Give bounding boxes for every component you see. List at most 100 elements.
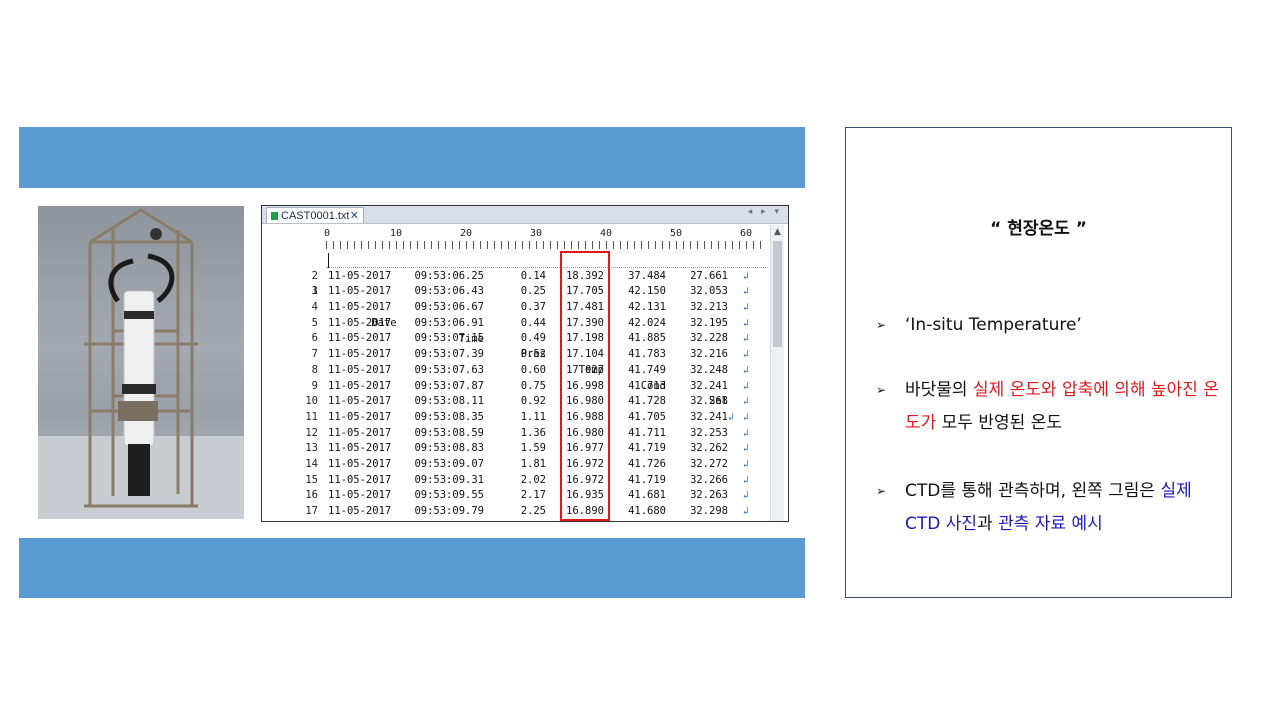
cell-pres: 0.44 <box>520 316 546 329</box>
cell-date: 11-05-2017 <box>328 379 392 392</box>
table-row: 4 11-05-2017 09:53:06.67 0.37 17.481 42.131 32… <box>262 300 770 316</box>
cell-sal: 32.241 <box>690 379 728 392</box>
cell-pres: 1.11 <box>520 410 546 423</box>
table-row: 13 11-05-2017 09:53:08.83 1.59 16.977 41.719 3… <box>262 441 770 457</box>
file-icon <box>271 212 278 220</box>
cell-cond: 41.885 <box>628 332 666 345</box>
bullet-arrow-icon: ➢ <box>876 383 887 397</box>
cell-cond: 41.680 <box>628 505 666 517</box>
cell-time: 09:53:08.11 <box>414 395 484 408</box>
cell-pres: 2.17 <box>520 489 546 502</box>
cell-pres: 0.49 <box>520 332 546 345</box>
cell-date: 11-05-2017 <box>328 426 392 439</box>
cell-time: 09:53:06.91 <box>414 316 484 329</box>
line-number: 14 <box>305 457 318 470</box>
line-number: 7 <box>311 348 318 361</box>
file-tab[interactable]: CAST0001.txt ✕ <box>266 207 364 223</box>
line-end-icon: ↲ <box>743 474 750 486</box>
cell-pres: 0.14 <box>520 269 546 282</box>
cell-pres: 0.92 <box>520 395 546 408</box>
cell-date: 11-05-2017 <box>328 395 392 408</box>
cell-sal: 32.263 <box>690 489 728 502</box>
cell-date: 11-05-2017 <box>328 363 392 376</box>
cell-sal: 32.053 <box>690 285 728 298</box>
cell-pres: 2.25 <box>520 505 546 517</box>
cell-pres: 0.60 <box>520 363 546 376</box>
ruler-label: 0 <box>324 228 331 239</box>
current-line-highlight <box>326 253 768 268</box>
cell-cond: 42.131 <box>628 301 666 314</box>
cell-sal: 32.272 <box>690 457 728 470</box>
cell-time: 09:53:09.79 <box>414 505 484 517</box>
table-row: 16 11-05-2017 09:53:09.55 2.17 16.935 41.681 3… <box>262 488 770 504</box>
line-end-icon: ↲ <box>743 443 750 455</box>
line-number: 8 <box>311 363 318 376</box>
line-number: 9 <box>311 379 318 392</box>
close-tab-icon[interactable]: ✕ <box>350 208 359 224</box>
cell-cond: 41.726 <box>628 457 666 470</box>
line-number: 5 <box>311 316 318 329</box>
line-end-icon: ↲ <box>743 302 750 314</box>
vertical-scrollbar[interactable]: ▲ <box>770 225 784 521</box>
table-row: 11 11-05-2017 09:53:08.35 1.11 16.988 41.705 3… <box>262 410 770 426</box>
cell-pres: 1.36 <box>520 426 546 439</box>
cell-sal: 32.266 <box>690 473 728 486</box>
ruler-ticks <box>326 241 766 249</box>
bullet-text: 바닷물의 실제 온도와 압축에 의해 높아진 온도가 모두 반영된 온도 <box>905 374 1225 440</box>
cell-date: 11-05-2017 <box>328 348 392 361</box>
ctd-instrument-photo <box>38 206 244 519</box>
table-row: 17 11-05-2017 09:53:09.79 2.25 16.890 41.680 3… <box>262 504 770 520</box>
line-number: 11 <box>305 410 318 423</box>
cell-pres: 1.81 <box>520 457 546 470</box>
cell-cond: 41.749 <box>628 363 666 376</box>
line-end-icon: ↲ <box>743 411 750 423</box>
scroll-up-icon[interactable]: ▲ <box>771 225 784 239</box>
ruler-label: 40 <box>600 228 613 239</box>
cell-pres: 0.75 <box>520 379 546 392</box>
table-row: 2 11-05-2017 09:53:06.25 0.14 18.392 37.484 27… <box>262 269 770 285</box>
scrollbar-thumb[interactable] <box>773 241 782 347</box>
line-number: 6 <box>311 332 318 345</box>
file-content[interactable]: 1 Date Time Pres Temp Cond Sal ↲ 2 11-05-… <box>262 253 770 520</box>
line-end-icon: ↲ <box>743 286 750 298</box>
cell-sal: 32.262 <box>690 442 728 455</box>
bullet-arrow-icon: ➢ <box>876 484 887 498</box>
line-end-icon: ↲ <box>743 380 750 392</box>
cell-sal: 32.216 <box>690 348 728 361</box>
cell-sal: 32.241 <box>690 410 728 423</box>
cell-time: 09:53:06.25 <box>414 269 484 282</box>
tab-nav-arrows-icon[interactable]: ◂ ▸ ▾ <box>748 207 782 217</box>
cell-sal: 27.661 <box>690 269 728 282</box>
cell-date: 11-05-2017 <box>328 301 392 314</box>
cell-cond: 42.150 <box>628 285 666 298</box>
cell-pres: 2.02 <box>520 473 546 486</box>
line-end-icon: ↲ <box>743 490 750 502</box>
cell-cond: 41.705 <box>628 410 666 423</box>
bullet-in-situ: ➢ ‘In-situ Temperature’ <box>876 309 1225 342</box>
cell-time: 09:53:08.59 <box>414 426 484 439</box>
cell-time: 09:53:09.31 <box>414 473 484 486</box>
bullet-text-plain: 모두 반영된 온도 <box>936 413 1062 433</box>
cell-sal: 32.248 <box>690 363 728 376</box>
line-number: 4 <box>311 301 318 314</box>
bullet-ctd: ➢ CTD를 통해 관측하며, 왼쪽 그림은 실제 CTD 사진과 관측 자료 … <box>876 475 1225 541</box>
table-row: 3 11-05-2017 09:53:06.43 0.25 17.705 42.150 32… <box>262 284 770 300</box>
cell-cond: 41.783 <box>628 348 666 361</box>
cell-time: 09:53:07.15 <box>414 332 484 345</box>
ruler-label: 20 <box>460 228 473 239</box>
bullet-text-blue: 관측 자료 예시 <box>998 514 1103 534</box>
cell-sal: 32.195 <box>690 316 728 329</box>
text-editor-window: CAST0001.txt ✕ ◂ ▸ ▾ 0 10 20 30 40 50 60… <box>261 205 789 522</box>
table-row: 5 11-05-2017 09:53:06.91 0.44 17.390 42.024 32… <box>262 316 770 332</box>
bullet-text: CTD를 통해 관측하며, 왼쪽 그림은 실제 CTD 사진과 관측 자료 예시 <box>905 475 1225 541</box>
line-end-icon: ↲ <box>743 506 750 517</box>
cell-date: 11-05-2017 <box>328 332 392 345</box>
cell-time: 09:53:08.35 <box>414 410 484 423</box>
table-row: 15 11-05-2017 09:53:09.31 2.02 16.972 41.719 3… <box>262 473 770 489</box>
cell-pres: 0.25 <box>520 285 546 298</box>
table-row: 14 11-05-2017 09:53:09.07 1.81 16.972 41.726 3… <box>262 457 770 473</box>
line-end-icon: ↲ <box>743 270 750 282</box>
table-row: 8 11-05-2017 09:53:07.63 0.60 17.027 41.749 32… <box>262 363 770 379</box>
text-cursor <box>328 253 329 268</box>
cell-date: 11-05-2017 <box>328 442 392 455</box>
